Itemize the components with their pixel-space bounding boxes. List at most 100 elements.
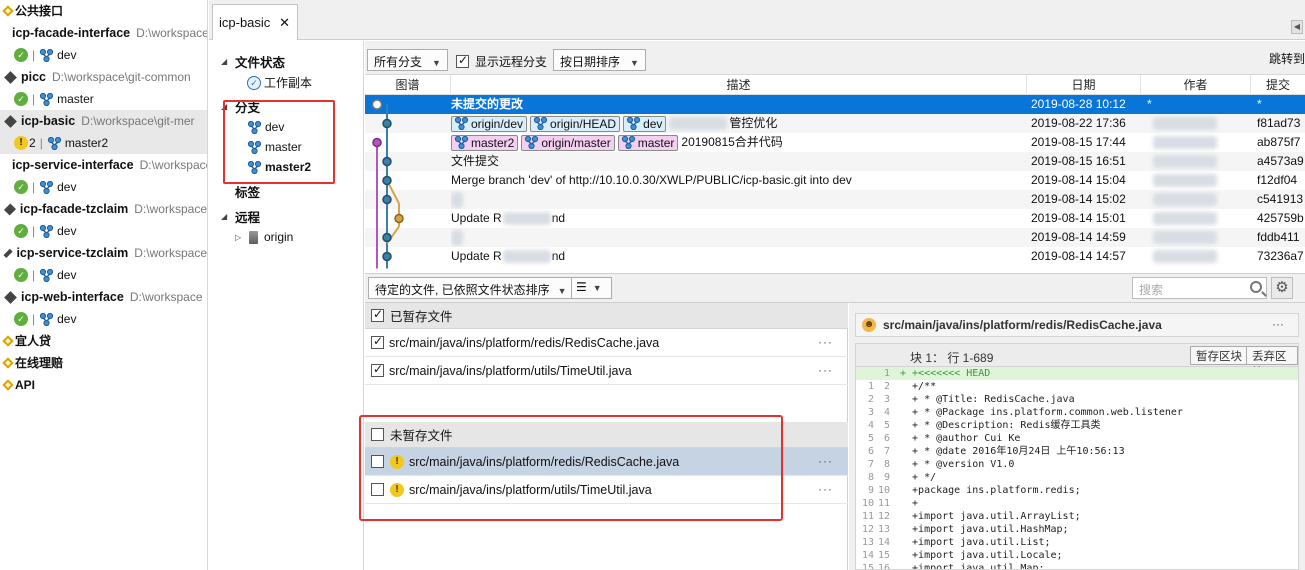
sort-select[interactable]: 按日期排序 ▼: [553, 49, 646, 71]
column-date[interactable]: 日期: [1027, 75, 1141, 95]
clean-status-icon: ✓: [14, 268, 28, 282]
branch-icon: [454, 136, 469, 149]
new-line-number: 15: [878, 550, 891, 561]
commit-row[interactable]: 文件提交 2019-08-15 16:51 a4573a9: [365, 152, 1305, 171]
repo-name: icp-service-tzclaim: [16, 246, 129, 260]
commit-date: 2019-08-14 15:01: [1031, 211, 1126, 225]
commit-row[interactable]: origin/dev origin/HEAD dev 管控优化 2019-08-22 1…: [365, 114, 1305, 133]
repo-item-icp-web-interface[interactable]: icp-web-interface D:\workspace: [0, 286, 207, 308]
commit-row[interactable]: 2019-08-14 14:59 fddb411: [365, 228, 1305, 247]
commit-node[interactable]: [372, 137, 382, 148]
tab-scroll-left-icon[interactable]: ◀: [1291, 20, 1303, 34]
branch-tag-master[interactable]: master: [617, 134, 679, 151]
commit-description: [451, 190, 1023, 209]
repo-group[interactable]: 宜人贷: [0, 330, 207, 352]
tab-icp-basic[interactable]: icp-basic ✕: [212, 4, 298, 40]
repo-group[interactable]: 在线理赔: [0, 352, 207, 374]
commit-row[interactable]: 未提交的更改 2019-08-28 10:12 * *: [365, 95, 1305, 114]
repo-item-icp-service-interface[interactable]: icp-service-interface D:\workspace: [0, 154, 207, 176]
column-commit[interactable]: 提交: [1251, 75, 1305, 95]
repo-item-icp-facade-interface[interactable]: icp-facade-interface D:\workspace: [0, 22, 207, 44]
branch-tag-dev[interactable]: dev: [623, 115, 667, 132]
new-line-number: 1: [883, 368, 890, 379]
checkbox-icon[interactable]: [371, 362, 384, 377]
checkbox-icon[interactable]: [371, 334, 384, 349]
commit-node[interactable]: [394, 213, 404, 224]
repo-item-icp-service-tzclaim[interactable]: icp-service-tzclaim D:\workspace: [0, 242, 207, 264]
group-folder-icon: [2, 357, 14, 369]
branch-icon: [626, 117, 641, 130]
diff-line: 89 + */: [856, 471, 1298, 484]
branch-tag-master2[interactable]: master2: [451, 134, 519, 151]
more-options-icon[interactable]: ···: [818, 454, 833, 468]
discard-hunk-button[interactable]: 丢弃区块: [1246, 346, 1298, 379]
commit-graph: [371, 99, 404, 269]
commit-hash: a4573a9: [1257, 154, 1304, 168]
commit-node[interactable]: [382, 156, 392, 167]
redacted-text: [1153, 212, 1217, 226]
branch-tag-label: origin/HEAD: [550, 116, 617, 131]
nav-remote-origin[interactable]: ▷ origin: [235, 230, 293, 244]
chevron-down-icon: ▼: [432, 58, 441, 68]
new-line-number: 13: [878, 524, 891, 535]
column-author[interactable]: 作者: [1141, 75, 1251, 95]
close-icon[interactable]: ✕: [279, 15, 290, 31]
jump-to-label[interactable]: 跳转到: [1269, 50, 1305, 67]
nav-working-copy[interactable]: ✓ 工作副本: [247, 74, 312, 91]
branch-icon: [39, 180, 54, 194]
file-sort-select[interactable]: 待定的文件, 已依照文件状态排序 ▼: [368, 277, 574, 299]
hunk-header: 块 1： 行 1-689 暂存区块 丢弃区块: [855, 343, 1299, 379]
commit-row[interactable]: 2019-08-14 15:02 c541913: [365, 190, 1305, 209]
nav-file-status[interactable]: ◢ 文件状态: [221, 52, 285, 71]
staged-file-row[interactable]: src/main/java/ins/platform/redis/RedisCa…: [365, 329, 848, 357]
new-line-number: 2: [883, 381, 890, 392]
commit-node[interactable]: [382, 232, 392, 243]
repo-item-picc[interactable]: picc D:\workspace\git-common: [0, 66, 207, 88]
more-options-icon[interactable]: ···: [1272, 317, 1284, 331]
annotation-highlight-box: [359, 415, 783, 521]
commit-node[interactable]: [382, 251, 392, 262]
nav-remotes[interactable]: ◢ 远程: [221, 207, 260, 226]
view-mode-select[interactable]: ☰ ▼: [571, 277, 612, 299]
working-copy-icon: ✓: [247, 75, 261, 90]
clean-status-icon: ✓: [14, 180, 28, 194]
settings-button[interactable]: ⚙: [1271, 277, 1293, 299]
more-options-icon[interactable]: ···: [818, 482, 833, 496]
repo-item-icp-basic[interactable]: icp-basic D:\workspace\git-mer: [0, 110, 207, 132]
expand-arrow-icon: ◢: [221, 212, 228, 221]
repo-group[interactable]: API: [0, 374, 207, 396]
branch-tag-origin-HEAD[interactable]: origin/HEAD: [530, 115, 621, 132]
branch-icon: [47, 136, 62, 150]
commit-row[interactable]: Update R nd 2019-08-14 15:01 425759b: [365, 209, 1305, 228]
current-branch: dev: [57, 268, 77, 282]
commit-row[interactable]: Update R nd 2019-08-14 14:57 73236a7: [365, 247, 1305, 266]
repo-item-icp-facade-tzclaim[interactable]: icp-facade-tzclaim D:\workspace: [0, 198, 207, 220]
uncommitted-changes-node[interactable]: [371, 99, 383, 110]
commit-row[interactable]: master2 origin/master master 20190815合并代码 20…: [365, 133, 1305, 152]
more-options-icon[interactable]: ···: [818, 335, 833, 349]
nav-tags[interactable]: 标签: [235, 182, 260, 201]
show-remote-checkbox[interactable]: 显示远程分支: [456, 53, 547, 70]
column-description[interactable]: 描述: [451, 75, 1027, 95]
staged-files-header[interactable]: 已暂存文件: [365, 303, 848, 329]
commit-row[interactable]: Merge branch 'dev' of http://10.10.0.30/…: [365, 171, 1305, 190]
branch-tag-origin-master[interactable]: origin/master: [521, 134, 615, 151]
branch-tag-origin-dev[interactable]: origin/dev: [451, 115, 528, 132]
column-graph[interactable]: 图谱: [365, 75, 451, 95]
stage-hunk-button[interactable]: 暂存区块: [1190, 346, 1248, 365]
commit-node[interactable]: [382, 194, 392, 205]
search-input[interactable]: 搜索: [1132, 277, 1267, 299]
staged-file-row[interactable]: src/main/java/ins/platform/utils/TimeUti…: [365, 357, 848, 385]
redacted-text: [1153, 155, 1217, 169]
pending-count: 2: [29, 136, 36, 150]
branch-icon: [621, 136, 636, 149]
checkbox-icon[interactable]: [371, 307, 384, 322]
repo-rows: icp-facade-interface D:\workspace ✓ | dev pic…: [0, 22, 207, 330]
repo-group-public[interactable]: 公共接口: [0, 0, 207, 22]
more-options-icon[interactable]: ···: [818, 363, 833, 377]
branch-filter-select[interactable]: 所有分支 ▼: [367, 49, 448, 71]
commit-node[interactable]: [382, 175, 392, 186]
current-branch: dev: [57, 180, 77, 194]
commit-node[interactable]: [382, 118, 392, 129]
repo-path: D:\workspace: [139, 158, 208, 172]
